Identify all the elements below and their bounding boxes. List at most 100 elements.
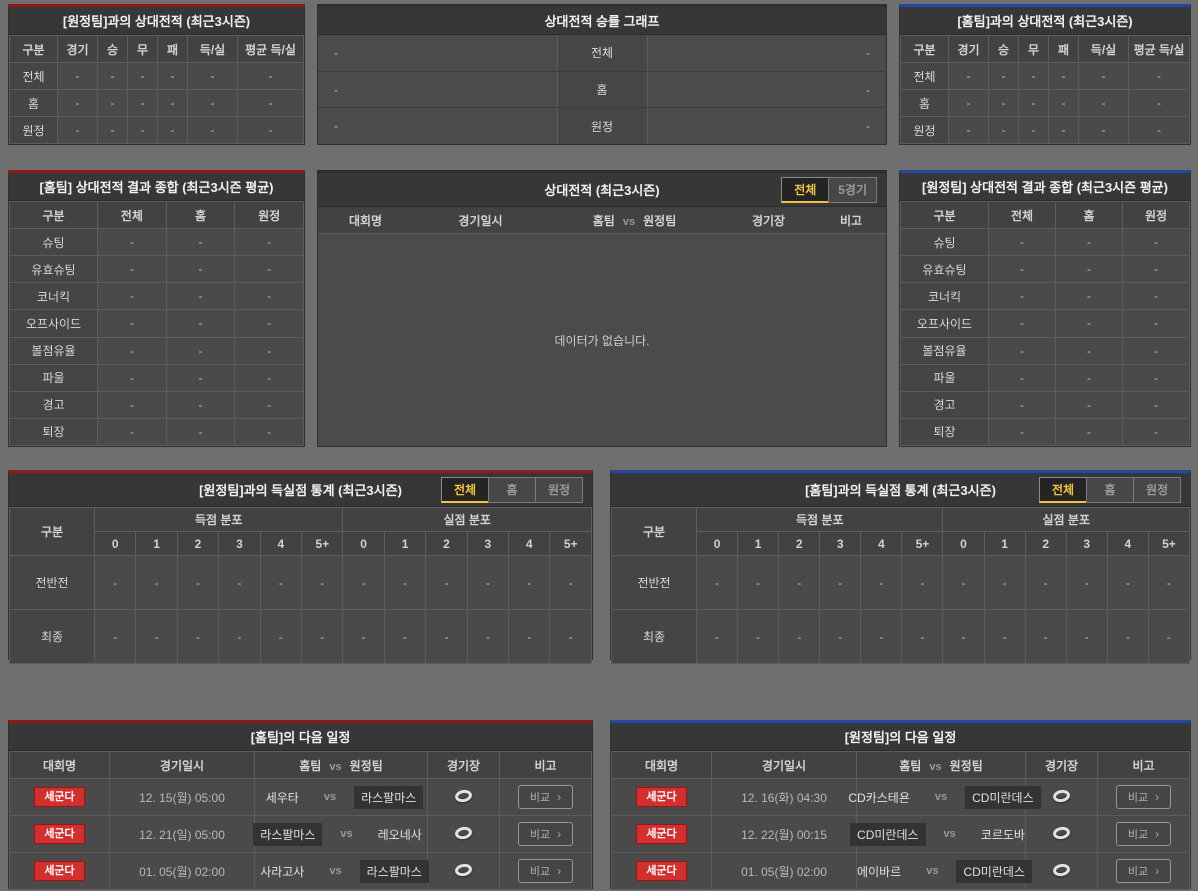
table-row: 유효슈팅--- — [901, 256, 1190, 283]
cell: - — [779, 556, 820, 610]
cell: - — [509, 556, 550, 610]
bin-header: 5+ — [302, 532, 343, 556]
row-label: 코너킥 — [901, 283, 989, 310]
compare-button[interactable]: 비교› — [518, 822, 573, 846]
compare-button[interactable]: 비교› — [518, 859, 573, 883]
tab-away[interactable]: 원정 — [535, 477, 583, 503]
bin-header: 3 — [820, 532, 861, 556]
graph-row: - 홈 - — [318, 72, 886, 109]
cell: - — [58, 63, 98, 90]
cell: - — [136, 610, 177, 664]
cell: - — [177, 610, 218, 664]
away-team: 라스팔마스 — [360, 860, 429, 883]
panel-title: [원정팀]과의 상대전적 (최근3시즌) — [9, 7, 304, 35]
cell: - — [166, 283, 235, 310]
compare-button[interactable]: 비교 › — [1116, 859, 1171, 883]
schedule-row: 세군다 12. 22(월) 00:15 CD미란데스vs코르도바 비교› — [612, 816, 1190, 853]
table-row: 원정 - - - - - - — [901, 117, 1190, 144]
cell: - — [98, 117, 128, 144]
cell: - — [166, 256, 235, 283]
cell: - — [949, 117, 989, 144]
table-row: 홈 - - - - - - — [10, 90, 304, 117]
panel-title-text: [원정팀]과의 득실점 통계 (최근3시즌) — [199, 480, 402, 499]
tab-all[interactable]: 전체 — [1039, 477, 1087, 503]
stadium-icon[interactable] — [454, 788, 473, 803]
table-row: 홈 - - - - - - — [901, 90, 1190, 117]
cell: - — [136, 556, 177, 610]
col-header-home: 홈팀 — [593, 214, 615, 228]
table-row: 슈팅--- — [901, 229, 1190, 256]
compare-button-label: 비교 — [1128, 863, 1148, 879]
stadium-icon[interactable] — [1052, 862, 1071, 877]
cell: - — [58, 90, 98, 117]
row-label: 파울 — [901, 364, 989, 391]
match-datetime: 12. 16(화) 04:30 — [712, 779, 857, 816]
cell: - — [238, 90, 304, 117]
col-header: 득/실 — [1079, 36, 1129, 63]
stadium-icon[interactable] — [454, 825, 473, 840]
compare-button[interactable]: 비교› — [518, 785, 573, 809]
col-header: 전체 — [98, 202, 167, 229]
col-header-note: 비고 — [816, 212, 886, 229]
tab-home[interactable]: 홈 — [488, 477, 536, 503]
schedule-row: 세군다 12. 16(화) 04:30 CD카스테욘vsCD미란데스 비교› — [612, 779, 1190, 816]
tab-all[interactable]: 전체 — [781, 177, 829, 203]
tab-all[interactable]: 전체 — [441, 477, 489, 503]
tab-last5[interactable]: 5경기 — [828, 177, 877, 203]
col-header: 경기 — [949, 36, 989, 63]
cell: - — [1049, 117, 1079, 144]
cell: - — [235, 418, 304, 445]
cell: - — [1056, 310, 1123, 337]
bin-header: 3 — [467, 532, 508, 556]
col-header-match: 홈팀vs원정팀 — [857, 752, 1026, 779]
vs-label: vs — [927, 791, 955, 803]
cell: - — [550, 610, 592, 664]
bin-header: 5+ — [1148, 532, 1189, 556]
cell: - — [550, 556, 592, 610]
cell: - — [1019, 90, 1049, 117]
graph-row: - 전체 - — [318, 35, 886, 72]
cell: - — [98, 229, 167, 256]
home-team: 세우타 — [259, 786, 306, 809]
compare-button[interactable]: 비교› — [1116, 785, 1171, 809]
cell: - — [235, 310, 304, 337]
cell: - — [166, 229, 235, 256]
graph-left-value: - — [318, 72, 558, 108]
col-header-datetime: 경기일시 — [110, 752, 255, 779]
league-badge: 세군다 — [636, 861, 686, 881]
cell: - — [158, 63, 188, 90]
row-label: 유효슈팅 — [901, 256, 989, 283]
cell: - — [949, 63, 989, 90]
col-header-home: 홈팀 — [299, 759, 321, 773]
row-label: 전체 — [10, 63, 58, 90]
graph-right-value: - — [648, 108, 887, 144]
schedule-home-table: 대회명 경기일시 홈팀vs원정팀 경기장 비고 세군다 12. 15(월) 05… — [9, 751, 592, 890]
cell: - — [902, 610, 943, 664]
cell: - — [697, 610, 738, 664]
row-label: 코너킥 — [10, 283, 98, 310]
tab-away[interactable]: 원정 — [1133, 477, 1181, 503]
col-header: 득/실 — [188, 36, 238, 63]
stadium-icon[interactable] — [1052, 788, 1071, 803]
vs-label: vs — [936, 828, 964, 840]
col-header-datetime: 경기일시 — [712, 752, 857, 779]
stadium-icon[interactable] — [454, 862, 473, 877]
cell: - — [219, 556, 260, 610]
row-label: 퇴장 — [10, 418, 98, 445]
cell: - — [166, 418, 235, 445]
match-datetime: 01. 05(월) 02:00 — [110, 853, 255, 890]
tab-home[interactable]: 홈 — [1086, 477, 1134, 503]
stadium-icon[interactable] — [1052, 825, 1071, 840]
panel-title-text: [원정팀]의 다음 일정 — [845, 727, 957, 746]
cell: - — [1066, 556, 1107, 610]
cell: - — [128, 90, 158, 117]
col-header-league: 대회명 — [318, 212, 413, 229]
chevron-right-icon: › — [1155, 866, 1159, 877]
away-team: CD미란데스 — [965, 786, 1041, 809]
tab-group-h2h-list: 전체 5경기 — [782, 177, 877, 203]
cell: - — [235, 337, 304, 364]
cell: - — [1056, 337, 1123, 364]
cell: - — [1019, 63, 1049, 90]
compare-button[interactable]: 비교› — [1116, 822, 1171, 846]
table-row: 경고--- — [10, 391, 304, 418]
